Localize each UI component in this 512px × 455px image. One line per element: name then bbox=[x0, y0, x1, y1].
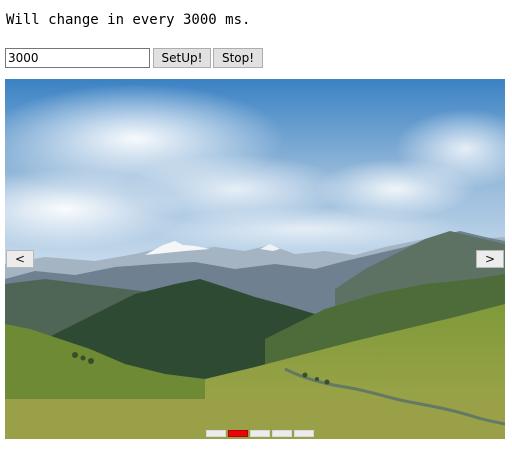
next-slide-button[interactable]: > bbox=[476, 250, 504, 268]
stop-button[interactable]: Stop! bbox=[213, 48, 263, 68]
setup-button[interactable]: SetUp! bbox=[153, 48, 211, 68]
image-slider: < > bbox=[5, 79, 505, 439]
slide-indicator-dot[interactable] bbox=[228, 430, 248, 437]
slide-indicator-dot[interactable] bbox=[250, 430, 270, 437]
slide-image bbox=[5, 79, 505, 439]
slide-indicator-dot[interactable] bbox=[206, 430, 226, 437]
slide-indicator-dot[interactable] bbox=[294, 430, 314, 437]
slide-indicator-dot[interactable] bbox=[272, 430, 292, 437]
interval-input[interactable] bbox=[5, 48, 150, 68]
interval-status-text: Will change in every 3000 ms. bbox=[6, 12, 251, 28]
prev-slide-button[interactable]: < bbox=[6, 250, 34, 268]
